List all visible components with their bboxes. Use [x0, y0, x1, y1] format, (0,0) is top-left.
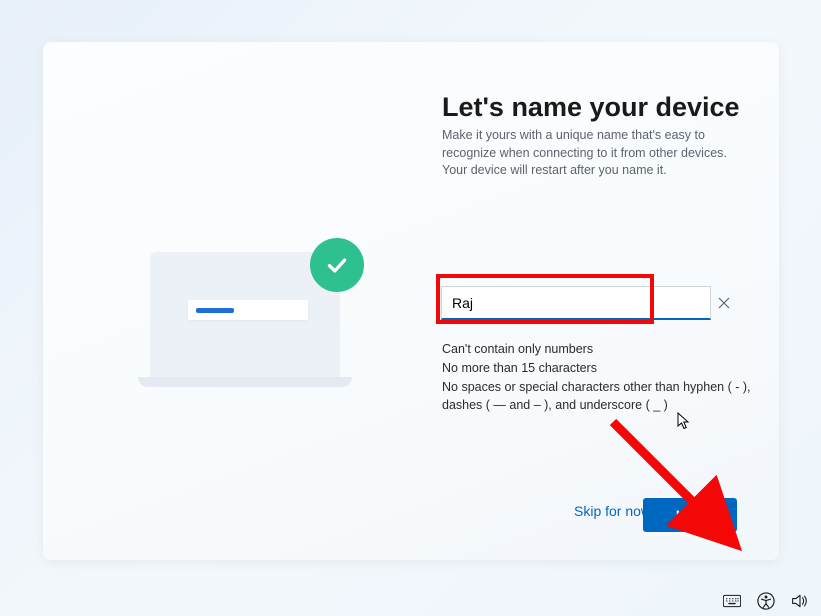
next-button[interactable]: Next [643, 498, 737, 532]
rule-2: No more than 15 characters [442, 359, 762, 378]
rule-3: No spaces or special characters other th… [442, 378, 762, 416]
check-icon [324, 252, 350, 278]
page-description: Make it yours with a unique name that's … [442, 127, 752, 180]
volume-icon[interactable] [791, 592, 809, 610]
system-tray [723, 592, 809, 610]
laptop-progress-bar [196, 308, 234, 313]
laptop-illustration [138, 252, 352, 396]
laptop-field [188, 300, 308, 320]
close-icon [718, 297, 730, 309]
laptop-base [138, 377, 352, 387]
clear-input-button[interactable] [715, 294, 733, 312]
accessibility-icon[interactable] [757, 592, 775, 610]
annotation-arrow [603, 412, 773, 567]
rule-1: Can't contain only numbers [442, 340, 762, 359]
checkmark-badge [310, 238, 364, 292]
device-name-field-wrap [441, 286, 741, 320]
oobe-card: Let's name your device Make it yours wit… [43, 42, 779, 560]
page-title: Let's name your device [442, 92, 740, 123]
keyboard-icon[interactable] [723, 592, 741, 610]
device-name-input[interactable] [441, 286, 711, 320]
input-rules: Can't contain only numbers No more than … [442, 340, 762, 415]
